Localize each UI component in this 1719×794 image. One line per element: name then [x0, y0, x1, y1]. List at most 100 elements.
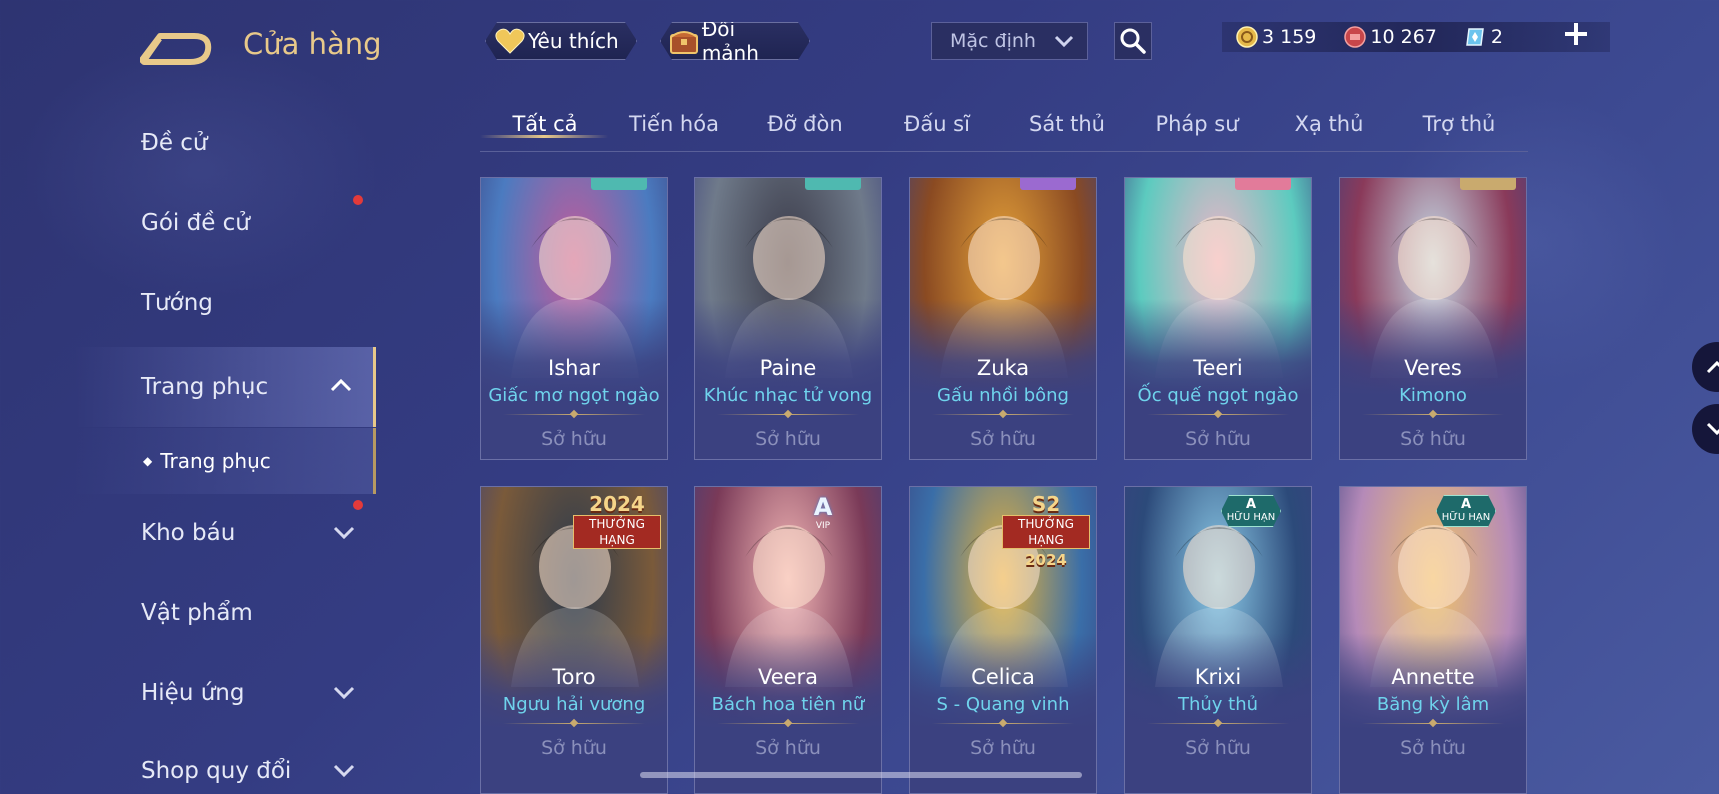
tab-fighter[interactable]: Đấu sĩ: [872, 112, 1002, 136]
exchange-shards-button[interactable]: Đổi mảnh: [660, 22, 810, 60]
skin-name: Ốc quế ngọt ngào: [1137, 385, 1299, 406]
ownership-status: Sở hữu: [1185, 428, 1251, 450]
currency-bar: 3 159 10 267 2: [1222, 22, 1610, 52]
badge-sub: VIP: [815, 521, 831, 531]
voucher-icon: [1344, 26, 1367, 48]
badge-year-2: 2024: [1025, 551, 1067, 569]
limited-badge: A HỮU HẠN: [1221, 495, 1281, 527]
skin-card[interactable]: Veres Kimono Sở hữu: [1339, 177, 1527, 460]
badge-ribbon: [1460, 178, 1516, 190]
treasure-chest-icon: [669, 26, 700, 56]
sidebar-item-recommended-packs[interactable]: Gói đề cử: [0, 190, 376, 256]
chevron-up-icon: [1706, 360, 1719, 374]
skin-name: Ngưu hải vương: [502, 694, 646, 715]
skin-name: Băng kỳ lâm: [1376, 694, 1490, 715]
tab-assassin[interactable]: Sát thủ: [1002, 112, 1132, 136]
diamond-card-icon: [1466, 28, 1484, 46]
ownership-status: Sở hữu: [541, 428, 607, 450]
tab-label: Xạ thủ: [1294, 112, 1364, 136]
ownership-status: Sở hữu: [970, 737, 1036, 759]
tab-marksman[interactable]: Xạ thủ: [1264, 112, 1394, 136]
ownership-status: Sở hữu: [541, 737, 607, 759]
hero-name: Veera: [757, 665, 819, 689]
card-divider: [503, 723, 645, 724]
ownership-status: Sở hữu: [970, 428, 1036, 450]
sidebar-item-items[interactable]: Vật phẩm: [0, 580, 376, 646]
scroll-up-button[interactable]: [1692, 342, 1719, 392]
card-currency: 2: [1465, 26, 1503, 48]
sidebar-item-recommended[interactable]: Đề cử: [0, 110, 376, 176]
hero-name: Zuka: [976, 356, 1030, 380]
sidebar-item-label: Gói đề cử: [141, 210, 250, 236]
ownership-status: Sở hữu: [1400, 737, 1466, 759]
hero-name: Celica: [971, 665, 1035, 689]
ownership-status: Sở hữu: [1400, 428, 1466, 450]
sidebar-item-heroes[interactable]: Tướng: [0, 270, 376, 336]
scroll-down-button[interactable]: [1692, 404, 1719, 454]
tab-support[interactable]: Trợ thủ: [1394, 112, 1524, 136]
card-divider: [717, 414, 859, 415]
badge-ribbon: [805, 178, 861, 190]
sidebar-subitem-skins[interactable]: ◆ Trang phục: [0, 428, 376, 494]
badge-letter: A: [1245, 497, 1257, 512]
badge-year: S2: [1031, 492, 1061, 516]
skin-card[interactable]: Paine Khúc nhạc tử vong Sở hữu: [694, 177, 882, 460]
search-button[interactable]: [1114, 22, 1152, 60]
search-icon: [1120, 28, 1146, 54]
ownership-status: Sở hữu: [755, 428, 821, 450]
skin-card[interactable]: A HỮU HẠN Krixi Thủy thủ Sở hữu: [1124, 486, 1312, 794]
sidebar-item-label: Vật phẩm: [141, 600, 253, 626]
back-button[interactable]: [139, 24, 214, 68]
sidebar-item-skins[interactable]: Trang phục: [0, 347, 376, 427]
tab-all[interactable]: Tất cả: [480, 112, 610, 138]
tab-label: Tất cả: [512, 112, 578, 136]
gold-coin-icon: [1236, 26, 1258, 48]
tab-tank[interactable]: Đỡ đòn: [740, 112, 870, 136]
sort-value: Mặc định: [950, 30, 1036, 52]
skin-card[interactable]: 2024 THƯỞNG HẠNG Toro Ngưu hải vương Sở hữu: [480, 486, 668, 794]
back-arrow-icon: [139, 33, 212, 65]
skin-card[interactable]: A VIP Veera Bách hoa tiên nữ Sở hữu: [694, 486, 882, 794]
tab-label: Pháp sư: [1155, 112, 1239, 136]
heart-icon: [494, 26, 526, 56]
ownership-status: Sở hữu: [755, 737, 821, 759]
skin-card[interactable]: S2 THƯỞNG HẠNG 2024 Celica S - Quang vinh Sở …: [909, 486, 1097, 794]
sort-dropdown[interactable]: Mặc định: [931, 22, 1088, 60]
page-title: Cửa hàng: [243, 27, 382, 61]
skin-card[interactable]: Teeri Ốc quế ngọt ngào Sở hữu: [1124, 177, 1312, 460]
sidebar-item-treasure[interactable]: Kho báu: [0, 500, 376, 566]
skin-name: Kimono: [1399, 385, 1467, 406]
tab-mage[interactable]: Pháp sư: [1132, 112, 1262, 136]
sidebar-item-label: Hiệu ứng: [141, 680, 245, 706]
hero-name: Teeri: [1193, 356, 1243, 380]
gold-amount: 3 159: [1262, 26, 1317, 48]
skin-card[interactable]: Ishar Giấc mơ ngọt ngào Sở hữu: [480, 177, 668, 460]
chevron-down-icon: [333, 526, 355, 540]
rank-reward-badge: 2024 THƯỞNG HẠNG: [567, 493, 667, 549]
badge-sub: HỮU HẠN: [1226, 512, 1276, 523]
hero-name: Toro: [552, 665, 596, 689]
add-currency-button[interactable]: [1563, 19, 1589, 53]
sidebar-item-effects[interactable]: Hiệu ứng: [0, 660, 376, 726]
sidebar-item-label: Đề cử: [141, 130, 208, 156]
card-divider: [1147, 723, 1289, 724]
skin-card[interactable]: Zuka Gấu nhồi bông Sở hữu: [909, 177, 1097, 460]
sidebar-item-label: Trang phục: [160, 449, 271, 473]
home-indicator[interactable]: [640, 772, 1082, 778]
tab-label: Sát thủ: [1029, 112, 1105, 136]
voucher-currency: 10 267: [1344, 26, 1437, 48]
skin-card[interactable]: A HỮU HẠN Annette Băng kỳ lâm Sở hữu: [1339, 486, 1527, 794]
sidebar-item-label: Trang phục: [141, 374, 269, 400]
sidebar-item-exchange-shop[interactable]: Shop quy đổi: [0, 738, 376, 794]
card-divider: [503, 414, 645, 415]
badge-ribbon: [1235, 178, 1291, 190]
gold-currency: 3 159: [1236, 26, 1316, 48]
badge-letter: A: [1460, 497, 1472, 512]
tab-evolution[interactable]: Tiến hóa: [609, 112, 739, 136]
card-divider: [1147, 414, 1289, 415]
favorites-button[interactable]: Yêu thích: [485, 22, 637, 60]
tab-label: Đỡ đòn: [767, 112, 843, 136]
badge-label: THƯỞNG HẠNG: [573, 515, 661, 549]
badge-letter: A: [813, 493, 833, 521]
badge-label: THƯỞNG HẠNG: [1002, 515, 1090, 549]
